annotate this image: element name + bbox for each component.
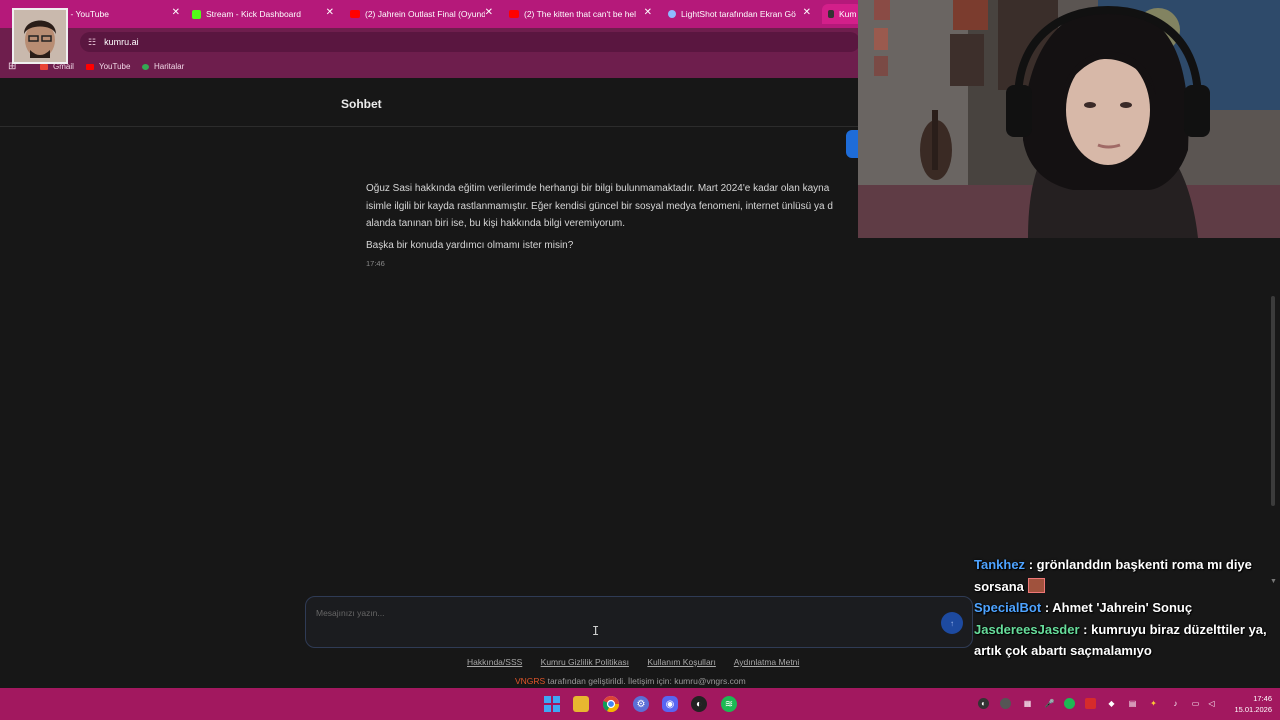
close-icon[interactable]: ✕ — [644, 7, 652, 18]
address-bar[interactable]: ☷ kumru.ai — [80, 32, 860, 52]
system-clock[interactable]: 17:46 15.01.2026 — [1228, 693, 1272, 715]
tab-kitten-video[interactable]: (2) The kitten that can't be help ✕ — [509, 4, 652, 24]
tray-app-icon[interactable]: ◐ — [978, 698, 989, 709]
bookmark-haritalar[interactable]: Haritalar — [142, 62, 184, 71]
link-disclosure[interactable]: Aydınlatma Metni — [734, 657, 800, 667]
windows-taskbar: ⚙ ◉ ◐ ≋ ◐ ▦ 🎤 ◆ ▤ ✦ ♪ ▭ ◁ — [0, 688, 1280, 720]
text-cursor-icon: I — [592, 624, 600, 638]
stream-chat-overlay: Tankhez : grönlanddın başkenti roma mı d… — [974, 554, 1274, 662]
tray-app-icon[interactable] — [1085, 698, 1096, 709]
settings-gear-icon[interactable]: ⚙ — [633, 696, 649, 712]
chat-username: SpecialBot — [974, 600, 1042, 615]
tab-jahrein-outlast[interactable]: (2) Jahrein Outlast Final (Oyund ✕ — [350, 4, 493, 24]
obs-icon[interactable]: ◐ — [691, 696, 707, 712]
webcam-overlay — [858, 0, 1280, 238]
screen: ...iberl - YouTube ✕ Stream - Kick Dashb… — [0, 0, 1280, 720]
message-question: Başka bir konuda yardımcı olmamı ister m… — [366, 239, 574, 251]
file-explorer-icon[interactable] — [573, 696, 589, 712]
send-button[interactable]: ↑ — [941, 612, 963, 634]
chat-message: SpecialBot : Ahmet 'Jahrein' Sonuç — [974, 597, 1274, 619]
page-title: Sohbet — [341, 97, 382, 111]
clock-time: 17:46 — [1253, 694, 1272, 703]
webcam-feed — [858, 0, 1280, 238]
message-line: Oğuz Sasi hakkında eğitim verilerimde he… — [366, 183, 830, 194]
link-privacy-policy[interactable]: Kumru Gizlilik Politikası — [541, 657, 629, 667]
close-icon[interactable]: ✕ — [326, 7, 334, 18]
close-icon[interactable]: ✕ — [172, 7, 180, 18]
message-composer: ↑ — [305, 596, 973, 648]
bookmark-youtube[interactable]: YouTube — [86, 62, 130, 71]
site-settings-icon[interactable]: ☷ — [88, 37, 96, 48]
chat-username: Tankhez — [974, 557, 1026, 572]
chrome-icon[interactable] — [603, 696, 619, 712]
scrollbar[interactable] — [1268, 240, 1278, 590]
credit-text: tarafından geliştirildi. İletişim için: … — [545, 676, 746, 686]
youtube-icon — [350, 10, 360, 18]
message-input[interactable] — [316, 605, 916, 621]
windows-start-icon[interactable] — [544, 696, 560, 712]
chat-message: Tankhez : grönlanddın başkenti roma mı d… — [974, 554, 1274, 597]
scrollbar-thumb[interactable] — [1271, 296, 1275, 506]
tray-steam-icon[interactable]: ◆ — [1106, 698, 1117, 709]
kumru-icon — [828, 10, 834, 18]
tray-display-icon[interactable]: ▭ — [1190, 698, 1201, 709]
tray-app-icon[interactable]: ▦ — [1022, 698, 1033, 709]
assistant-message: Oğuz Sasi hakkında eğitim verilerimde he… — [366, 180, 886, 273]
youtube-icon — [86, 63, 94, 70]
chat-username: JasdereesJasder — [974, 621, 1080, 637]
chrome-logo-icon — [603, 696, 619, 712]
send-arrow-icon: ↑ — [950, 618, 954, 628]
tray-volume-icon[interactable]: ◁ — [1206, 698, 1217, 709]
kick-icon — [192, 9, 201, 19]
clock-date: 15.01.2026 — [1234, 705, 1272, 714]
close-icon[interactable]: ✕ — [485, 7, 493, 18]
tray-app-icon[interactable]: ✦ — [1148, 698, 1159, 709]
youtube-icon — [509, 10, 519, 18]
vngrs-brand[interactable]: VNGRS — [515, 676, 545, 686]
windows-logo-icon — [544, 696, 560, 712]
tab-kumru-active[interactable]: Kum — [822, 4, 862, 24]
message-timestamp: 17:46 — [366, 259, 385, 268]
tray-microphone-icon[interactable]: ♪ — [1170, 698, 1181, 709]
tray-app-icon[interactable] — [1000, 698, 1011, 709]
small-webcam-feed — [14, 10, 66, 62]
spotify-icon[interactable]: ≋ — [721, 696, 737, 712]
discord-icon[interactable]: ◉ — [662, 696, 678, 712]
message-line: isimle ilgili bir kayda rastlanmamıştır.… — [366, 200, 833, 212]
tab-lightshot[interactable]: LightShot tarafından Ekran Gör ✕ — [668, 4, 811, 24]
tab-kick-dashboard[interactable]: Stream - Kick Dashboard ✕ — [192, 4, 334, 24]
chat-text: : Ahmet 'Jahrein' Sonuç — [1044, 600, 1193, 615]
small-webcam-overlay — [12, 8, 68, 64]
chat-emote-icon — [1027, 577, 1045, 593]
maps-icon — [142, 63, 149, 70]
gmail-icon — [40, 63, 48, 70]
chat-message: JasdereesJasder : kumruyu biraz düzeltti… — [974, 619, 1274, 662]
lightshot-icon — [668, 10, 676, 18]
link-about-faq[interactable]: Hakkında/SSS — [467, 657, 522, 667]
tray-mic-icon[interactable]: 🎤 — [1044, 698, 1055, 709]
message-line: alanda tanınan biri ise, bu kişi hakkınd… — [366, 218, 626, 229]
link-terms-of-use[interactable]: Kullanım Koşulları — [647, 657, 716, 667]
tray-network-icon[interactable]: ▤ — [1127, 698, 1138, 709]
tray-spotify-icon[interactable] — [1064, 698, 1075, 709]
footer-credit: VNGRS tarafından geliştirildi. İletişim … — [515, 676, 746, 686]
close-icon[interactable]: ✕ — [803, 7, 811, 18]
footer-links: Hakkında/SSS Kumru Gizlilik Politikası K… — [467, 657, 815, 667]
